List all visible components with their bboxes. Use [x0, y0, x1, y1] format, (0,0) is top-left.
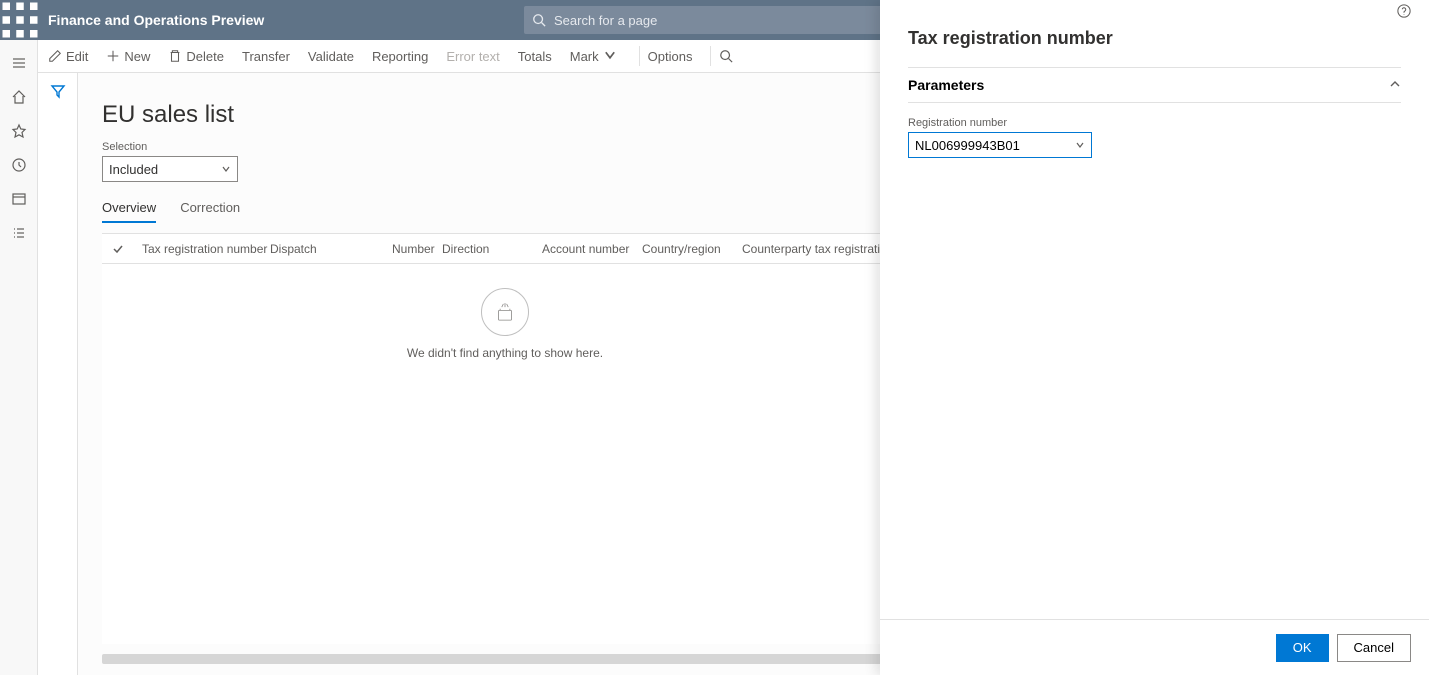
selection-value: Included [109, 162, 158, 177]
registration-number-input[interactable] [908, 132, 1092, 158]
action-search-button[interactable] [719, 49, 733, 63]
col-number[interactable]: Number [384, 242, 434, 256]
separator [639, 46, 640, 66]
modules-icon[interactable] [0, 216, 38, 250]
validate-button[interactable]: Validate [308, 49, 354, 64]
col-country[interactable]: Country/region [634, 242, 734, 256]
totals-button[interactable]: Totals [518, 49, 552, 64]
nav-rail [0, 40, 38, 675]
cancel-button[interactable]: Cancel [1337, 634, 1411, 662]
home-icon[interactable] [0, 80, 38, 114]
registration-number-field[interactable] [915, 138, 1075, 153]
side-panel: Tax registration number Parameters Regis… [880, 0, 1429, 675]
chevron-up-icon [1389, 77, 1401, 93]
tab-correction[interactable]: Correction [180, 200, 240, 223]
col-dispatch[interactable]: Dispatch [262, 242, 384, 256]
filter-icon[interactable] [50, 83, 66, 675]
parameters-section-header[interactable]: Parameters [908, 67, 1401, 103]
data-grid: Tax registration number Dispatch Number … [102, 233, 908, 644]
horizontal-scrollbar[interactable] [102, 654, 908, 664]
mark-label: Mark [570, 49, 599, 64]
app-launcher-icon[interactable] [0, 0, 40, 40]
delete-button[interactable]: Delete [168, 49, 224, 64]
global-search[interactable]: Search for a page [524, 6, 882, 34]
reporting-label: Reporting [372, 49, 428, 64]
plus-icon [106, 49, 120, 63]
totals-label: Totals [518, 49, 552, 64]
select-all-checkbox[interactable] [102, 243, 134, 255]
mark-button[interactable]: Mark [570, 48, 621, 65]
tab-overview[interactable]: Overview [102, 200, 156, 223]
col-direction[interactable]: Direction [434, 242, 534, 256]
chevron-down-icon [1075, 140, 1085, 150]
recent-icon[interactable] [0, 148, 38, 182]
empty-state-icon [481, 288, 529, 336]
selection-dropdown[interactable]: Included [102, 156, 238, 182]
search-icon [719, 49, 733, 63]
empty-state-message: We didn't find anything to show here. [407, 346, 603, 360]
col-counterparty[interactable]: Counterparty tax registration [734, 242, 894, 256]
parameters-label: Parameters [908, 77, 984, 93]
delete-label: Delete [186, 49, 224, 64]
hamburger-icon[interactable] [0, 46, 38, 80]
chevron-down-icon [221, 164, 231, 174]
options-label: Options [648, 49, 693, 64]
separator [710, 46, 711, 66]
search-icon [532, 13, 546, 27]
chevron-down-icon [603, 48, 621, 65]
error-text-label: Error text [446, 49, 499, 64]
transfer-button[interactable]: Transfer [242, 49, 290, 64]
trash-icon [168, 49, 182, 63]
transfer-label: Transfer [242, 49, 290, 64]
options-button[interactable]: Options [648, 49, 693, 64]
edit-button[interactable]: Edit [48, 49, 88, 64]
new-button[interactable]: New [106, 49, 150, 64]
new-label: New [124, 49, 150, 64]
ok-button[interactable]: OK [1276, 634, 1329, 662]
search-placeholder: Search for a page [554, 13, 657, 28]
col-account[interactable]: Account number [534, 242, 634, 256]
error-text-button: Error text [446, 49, 499, 64]
edit-label: Edit [66, 49, 88, 64]
app-title: Finance and Operations Preview [48, 12, 264, 28]
col-tax-reg[interactable]: Tax registration number [134, 242, 262, 256]
validate-label: Validate [308, 49, 354, 64]
reporting-button[interactable]: Reporting [372, 49, 428, 64]
panel-title: Tax registration number [880, 20, 1429, 67]
pencil-icon [48, 49, 62, 63]
star-icon[interactable] [0, 114, 38, 148]
registration-number-label: Registration number [908, 117, 1401, 129]
workspace-icon[interactable] [0, 182, 38, 216]
